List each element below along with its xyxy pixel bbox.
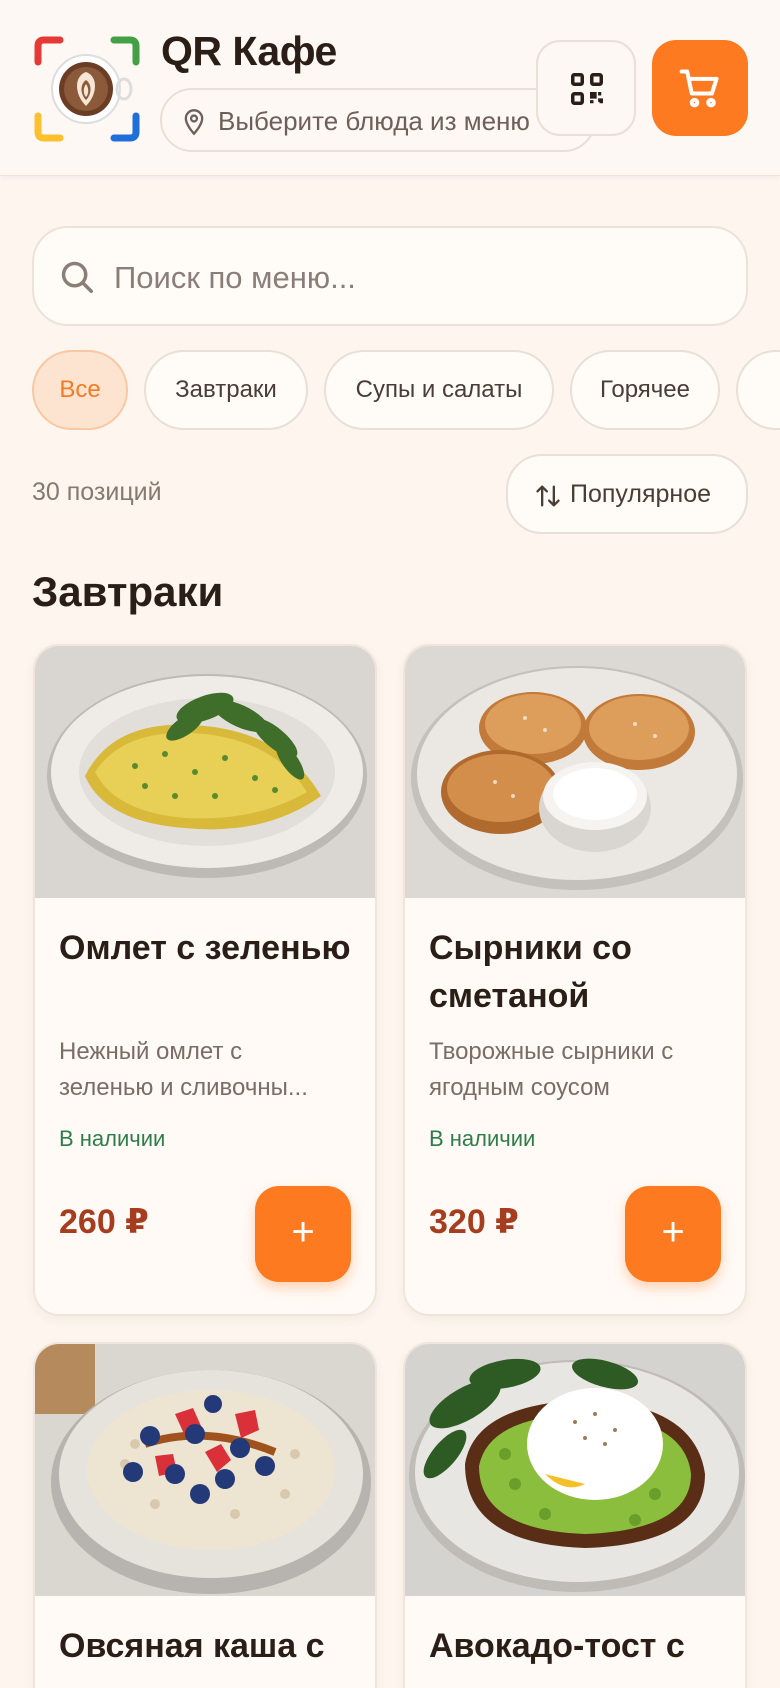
menu-item-card[interactable]: Авокадо-тост с xyxy=(403,1342,747,1688)
avocado-toast-photo xyxy=(405,1344,745,1596)
search-input[interactable] xyxy=(114,254,714,302)
qr-scan-button[interactable] xyxy=(536,40,636,136)
description-line: Творожные сырники с xyxy=(429,1038,674,1065)
category-chips: Все Завтраки Супы и салаты Горячее xyxy=(0,350,780,430)
description-line: зеленью и сливочны... xyxy=(59,1074,308,1101)
chip-breakfast[interactable]: Завтраки xyxy=(144,350,308,430)
cart-button[interactable] xyxy=(652,40,748,136)
chip-all[interactable]: Все xyxy=(32,350,128,430)
menu-item-card[interactable]: Сырники со сметаной Творожные сырники с … xyxy=(403,644,747,1316)
oatmeal-photo xyxy=(35,1344,375,1596)
map-pin-icon xyxy=(184,109,204,136)
sort-arrows-icon xyxy=(536,485,560,507)
menu-item-price: 320 ₽ xyxy=(429,1203,519,1241)
menu-item-name: Омлет с зеленью xyxy=(59,929,351,967)
description-line: Нежный омлет с xyxy=(59,1038,243,1065)
omelette-photo xyxy=(35,646,375,898)
cart-icon xyxy=(679,69,719,108)
menu-item-name: Сырники со сметаной xyxy=(429,929,632,1015)
menu-item-card[interactable]: Овсяная каша с xyxy=(33,1342,377,1688)
menu-item-name: Авокадо-тост с xyxy=(429,1627,685,1665)
app-header: QR Кафе Выберите блюда из меню xyxy=(0,0,780,176)
section-title: Завтраки xyxy=(32,568,224,615)
chip-soups-salads[interactable]: Супы и салаты xyxy=(324,350,554,430)
description-line: ягодным соусом xyxy=(429,1074,610,1101)
qr-code-icon xyxy=(571,73,603,105)
chip-more[interactable] xyxy=(736,350,780,430)
app-title: QR Кафе xyxy=(161,28,337,74)
menu-item-description: Нежный омлет с зеленью и сливочны... xyxy=(59,1034,359,1106)
location-selector[interactable]: Выберите блюда из меню xyxy=(160,88,596,152)
menu-item-card[interactable]: Омлет с зеленью Нежный омлет с зеленью и… xyxy=(33,644,377,1316)
menu-search[interactable] xyxy=(32,226,748,326)
chip-hot[interactable]: Горячее xyxy=(570,350,720,430)
sort-button[interactable]: Популярное xyxy=(506,454,748,534)
menu-item-name: Овсяная каша с xyxy=(59,1627,325,1665)
location-text: Выберите блюда из меню xyxy=(218,106,530,136)
availability-status: В наличии xyxy=(59,1126,166,1151)
syrniki-photo xyxy=(405,646,745,898)
items-count: 30 позиций xyxy=(32,478,162,506)
menu-item-price: 260 ₽ xyxy=(59,1203,149,1241)
search-icon xyxy=(61,261,93,293)
add-to-cart-button[interactable]: + xyxy=(255,1186,351,1282)
cafe-logo xyxy=(34,36,140,142)
sort-label: Популярное xyxy=(570,480,712,508)
availability-status: В наличии xyxy=(429,1126,536,1151)
menu-item-description: Творожные сырники с ягодным соусом xyxy=(429,1034,729,1106)
add-to-cart-button[interactable]: + xyxy=(625,1186,721,1282)
